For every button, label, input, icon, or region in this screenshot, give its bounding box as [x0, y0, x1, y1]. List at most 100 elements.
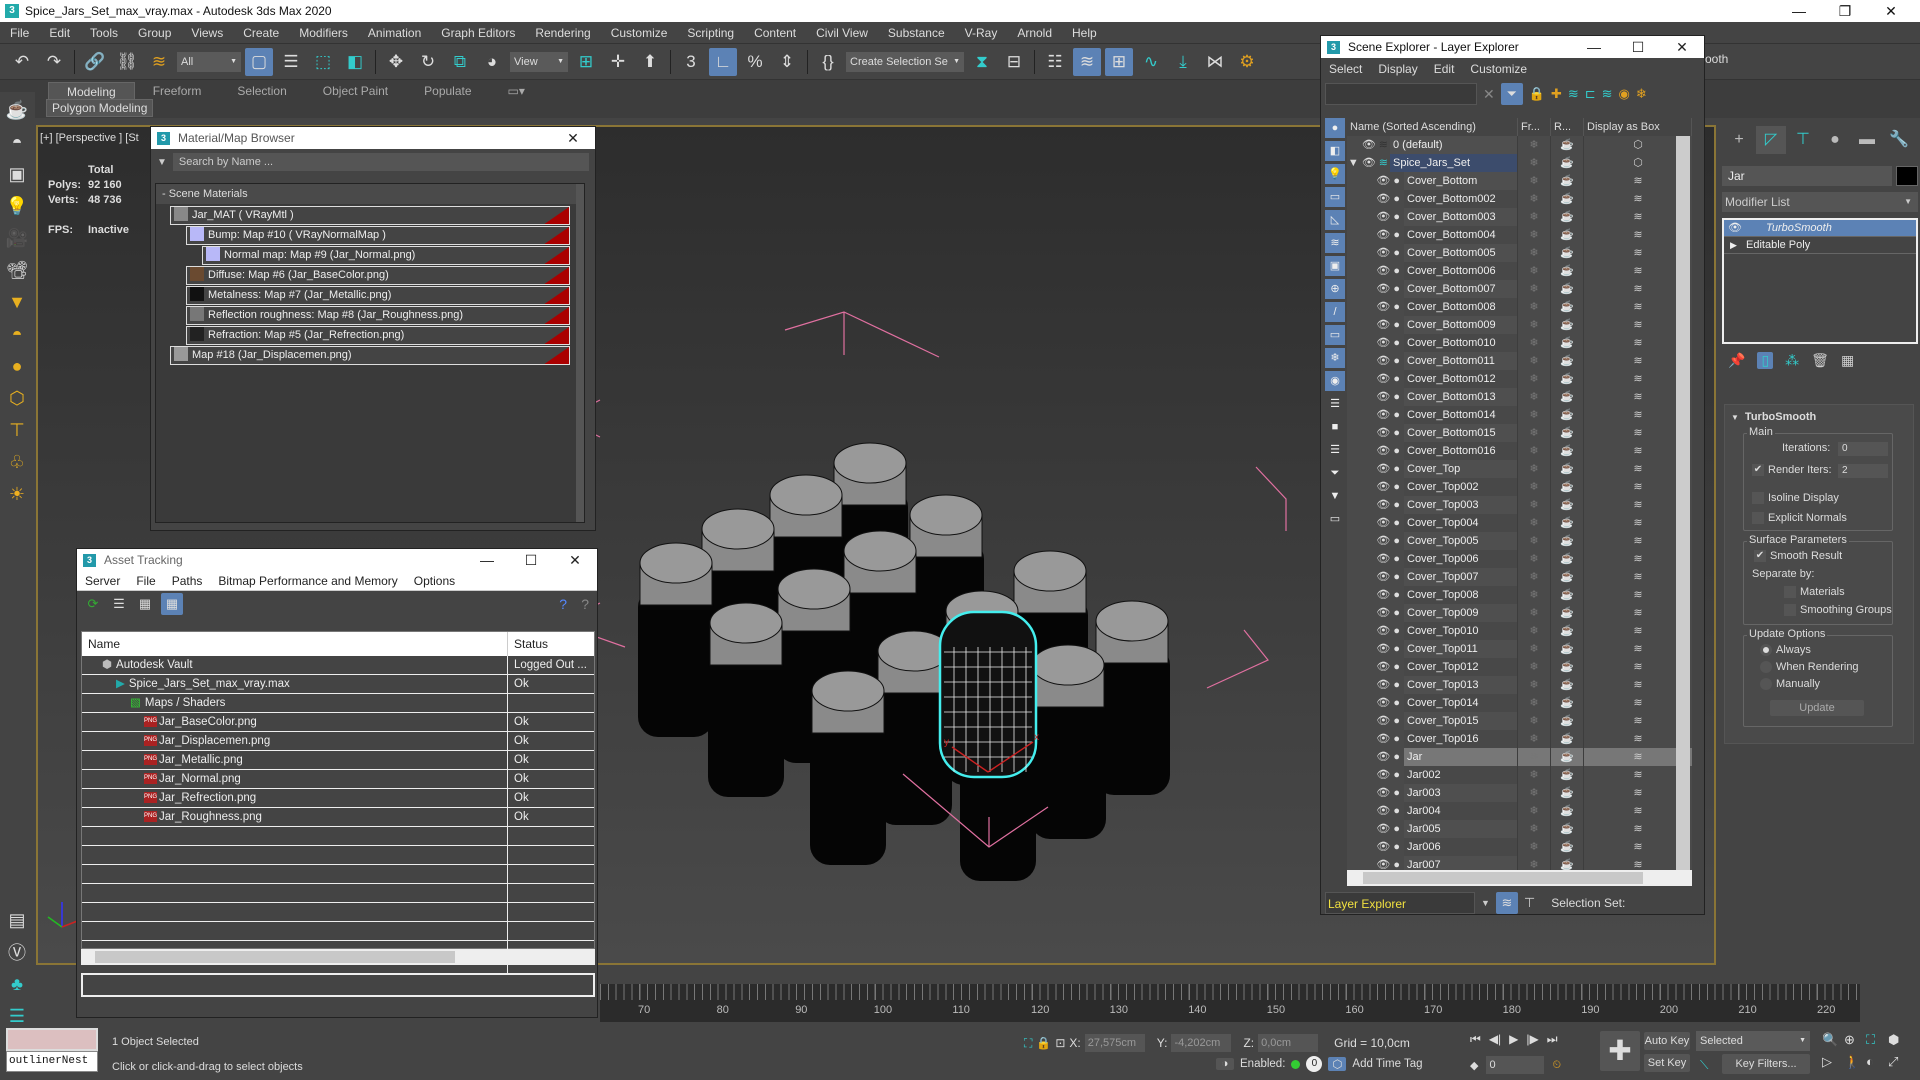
material-item[interactable]: Normal map: Map #9 (Jar_Normal.png) [202, 246, 570, 265]
freeze-icon[interactable]: ❄ [1518, 838, 1551, 856]
object-row[interactable]: 👁 ● Cover_Bottom002 ❄ ☕ ≋ [1347, 190, 1692, 208]
list-view-icon[interactable]: ☰ [109, 594, 129, 614]
scene-explorer-titlebar[interactable]: 3 Scene Explorer - Layer Explorer — ☐ ✕ [1321, 36, 1704, 58]
visibility-eye-icon[interactable]: 👁 [1376, 514, 1390, 532]
object-row[interactable]: 👁 ● Cover_Top015 ❄ ☕ ≋ [1347, 712, 1692, 730]
redo-icon[interactable]: ↷ [40, 48, 68, 76]
z-coordinate-field[interactable]: 0,0cm [1258, 1034, 1319, 1052]
link-icon[interactable]: 🔗 [81, 48, 109, 76]
use-pivot-icon[interactable]: ⊞ [572, 48, 600, 76]
asset-row[interactable]: ⬢ Autodesk Vault Logged Out ... [82, 656, 594, 675]
asset-path-field[interactable] [81, 973, 595, 997]
goto-end-icon[interactable]: ⏭ [1547, 1032, 1558, 1047]
light-icon[interactable]: 💡 [3, 192, 31, 220]
scene-search-input[interactable] [1325, 83, 1477, 105]
visibility-eye-icon[interactable]: 👁 [1376, 532, 1390, 550]
object-row[interactable]: 👁 ● Cover_Top002 ❄ ☕ ≋ [1347, 478, 1692, 496]
xrefs-filter-icon[interactable]: ⊕ [1325, 279, 1345, 299]
column-status[interactable]: Status [508, 632, 548, 656]
menu-substance[interactable]: Substance [878, 26, 955, 40]
absolute-mode-icon[interactable]: ⊡ [1055, 1036, 1065, 1050]
visibility-eye-icon[interactable]: 👁 [1376, 280, 1390, 298]
maxscript-input[interactable]: outlinerNest [6, 1051, 98, 1072]
goto-start-icon[interactable]: ⏮ [1470, 1032, 1481, 1047]
visibility-eye-icon[interactable]: 👁 [1376, 622, 1390, 640]
search-options-icon[interactable]: ▼ [157, 157, 167, 168]
spinner-snap-icon[interactable]: ⇕ [773, 48, 801, 76]
key-tangent-icon[interactable]: ⟍ [1700, 1058, 1708, 1073]
expand-icon[interactable]: ▼ [1348, 154, 1359, 172]
visibility-eye-icon[interactable]: 👁 [1376, 550, 1390, 568]
minimize-button[interactable]: — [465, 549, 509, 571]
help-icon[interactable]: ? [559, 596, 567, 612]
configure-sets-icon[interactable]: ▦ [1841, 352, 1854, 369]
renderable-teapot-icon[interactable]: ☕ [1551, 334, 1584, 352]
pin-stack-icon[interactable]: 📌 [1728, 352, 1745, 369]
freeze-icon[interactable]: ❄ [1518, 640, 1551, 658]
freeze-icon[interactable]: ❄ [1518, 136, 1551, 154]
table-view-icon[interactable]: ▦ [161, 593, 183, 615]
jar-lid[interactable] [1031, 644, 1105, 686]
object-row[interactable]: 👁 ● Jar007 ❄ ☕ ≋ [1347, 856, 1692, 870]
close-button[interactable]: ✕ [551, 127, 595, 149]
selection-lock-icon[interactable]: 🔒 [1036, 1036, 1051, 1050]
vray-frame-buffer-icon[interactable]: ▤ [3, 906, 31, 934]
renderable-teapot-icon[interactable]: ☕ [1551, 676, 1584, 694]
visibility-eye-icon[interactable]: 👁 [1362, 136, 1376, 154]
eye-icon[interactable]: 👁 [1728, 220, 1742, 237]
geometry-filter-icon[interactable]: ● [1325, 118, 1345, 138]
minimize-button[interactable]: — [1776, 0, 1822, 22]
context-help-icon[interactable]: ? [581, 596, 589, 612]
freeze-icon[interactable]: ❄ [1518, 388, 1551, 406]
current-frame-field[interactable]: 0 [1486, 1056, 1545, 1074]
freeze-icon[interactable]: ❄ [1518, 784, 1551, 802]
layer-row[interactable]: ▼ 👁 ≋ Spice_Jars_Set ❄ ☕ ⬡ [1347, 154, 1692, 172]
update-button[interactable]: Update [1770, 700, 1864, 716]
display-none-icon[interactable]: ■ [1325, 417, 1345, 437]
jar-lid[interactable] [909, 494, 983, 536]
menu-file[interactable]: File [0, 26, 39, 40]
scroll-thumb[interactable] [95, 951, 455, 963]
column-name[interactable]: Name [82, 632, 508, 656]
teapot-icon[interactable]: ☕ [3, 96, 31, 124]
key-filters-button[interactable]: Key Filters... [1722, 1054, 1810, 1074]
freeze-icon[interactable]: ❄ [1518, 406, 1551, 424]
orbit-icon[interactable]: ◐ [1866, 1054, 1888, 1070]
schematic-view-icon[interactable]: ⋈ [1201, 48, 1229, 76]
maximize-button[interactable]: ☐ [509, 549, 553, 571]
asset-horizontal-scrollbar[interactable] [81, 949, 595, 965]
renderable-teapot-icon[interactable]: ☕ [1551, 442, 1584, 460]
lock-icon[interactable]: 🔒 [1529, 86, 1545, 102]
layers-icon[interactable]: ≋ [1602, 86, 1613, 102]
renderable-teapot-icon[interactable]: ☕ [1551, 586, 1584, 604]
asset-row[interactable]: PNG Jar_Normal.png Ok [82, 770, 594, 789]
containers-filter-icon[interactable]: ▭ [1325, 325, 1345, 345]
freeze-icon[interactable]: ❄ [1518, 370, 1551, 388]
helpers-filter-icon[interactable]: ◺ [1325, 210, 1345, 230]
zoom-all-icon[interactable]: ⊕ [1844, 1032, 1866, 1048]
chevron-down-icon[interactable]: ▼ [1481, 898, 1490, 908]
vray-logo-icon[interactable]: Ⓥ [3, 938, 31, 966]
spacewarps-filter-icon[interactable]: ≋ [1325, 233, 1345, 253]
renderable-teapot-icon[interactable]: ☕ [1551, 802, 1584, 820]
visibility-eye-icon[interactable]: 👁 [1376, 784, 1390, 802]
renderable-teapot-icon[interactable]: ☕ [1551, 262, 1584, 280]
polygon-modeling-panel[interactable]: Polygon Modeling [46, 99, 154, 117]
material-list-scrollbar[interactable] [576, 184, 584, 522]
menu-rendering[interactable]: Rendering [525, 26, 600, 40]
close-button[interactable]: ✕ [553, 549, 597, 571]
manually-radio[interactable] [1760, 678, 1772, 691]
freeze-icon[interactable]: ❄ [1518, 190, 1551, 208]
set-key-big-icon[interactable]: ✚ [1600, 1031, 1640, 1071]
asset-menu-options[interactable]: Options [406, 574, 463, 588]
column-renderable[interactable]: R... [1551, 118, 1584, 136]
shapes-filter-icon[interactable]: ◧ [1325, 141, 1345, 161]
jar-lid[interactable] [709, 602, 783, 644]
isoline-checkbox[interactable] [1752, 492, 1764, 505]
manipulate-icon[interactable]: ✛ [604, 48, 632, 76]
asset-row[interactable] [82, 884, 594, 903]
asset-row[interactable] [82, 846, 594, 865]
bones-filter-icon[interactable]: / [1325, 302, 1345, 322]
ribbon-options-icon[interactable]: ▭▾ [490, 82, 543, 101]
modifier-list-dropdown[interactable]: Modifier List [1722, 192, 1918, 212]
